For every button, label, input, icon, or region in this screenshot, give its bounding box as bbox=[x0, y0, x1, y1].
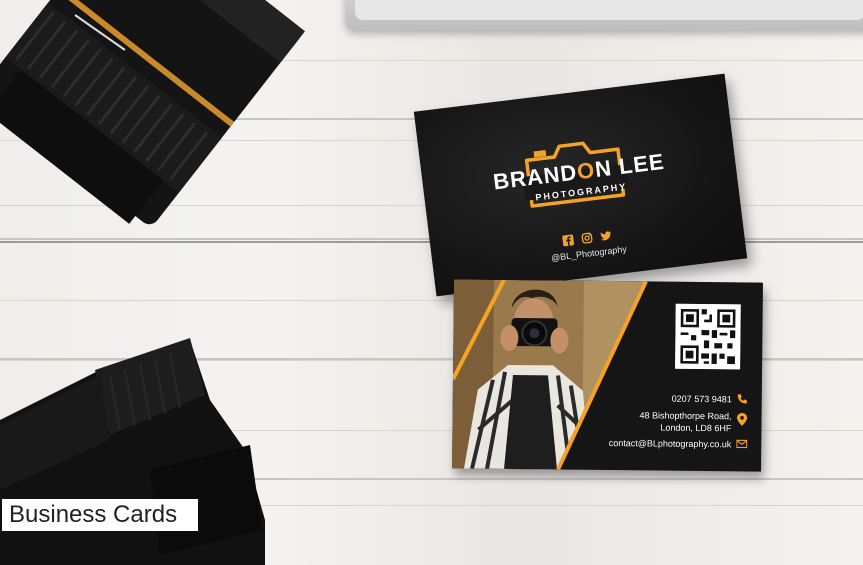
image-caption: Business Cards bbox=[2, 499, 198, 531]
camera-lens-top bbox=[0, 0, 305, 225]
phone-number: 0207 573 9481 bbox=[671, 393, 732, 405]
phone-icon bbox=[737, 394, 747, 404]
twitter-icon bbox=[601, 231, 611, 241]
email-address: contact@BLphotography.co.uk bbox=[608, 438, 732, 450]
laptop-edge bbox=[345, 0, 863, 30]
address-line-1: 48 Bishopthorpe Road, bbox=[639, 410, 732, 422]
qr-code bbox=[675, 303, 741, 370]
address: 48 Bishopthorpe Road, London, LD8 6HF bbox=[639, 409, 731, 434]
facebook-icon bbox=[561, 234, 574, 247]
business-card-back: 0207 573 9481 48 Bishopthorpe Road, Lond… bbox=[452, 279, 763, 472]
address-line-2: London, LD8 6HF bbox=[660, 422, 732, 434]
mail-icon bbox=[736, 439, 748, 449]
instagram-icon bbox=[581, 232, 593, 244]
location-pin-icon bbox=[737, 412, 748, 426]
business-card-front: BRANDON LEE PHOTOGRAPHY @BL_Photography bbox=[413, 73, 748, 297]
